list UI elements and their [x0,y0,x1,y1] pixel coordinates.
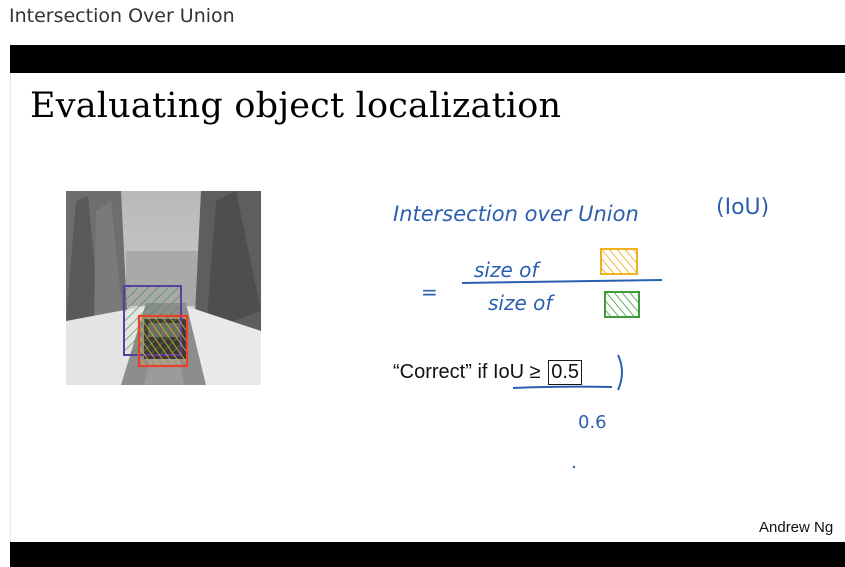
green-swatch-icon [604,291,640,318]
video-title: Intersection Over Union [9,5,235,27]
slide-border [10,73,11,542]
author-name: Andrew Ng [759,519,834,536]
alt-threshold-text: 0.6 [578,412,607,433]
fraction-line [461,279,663,284]
ink-dot [572,465,576,469]
definition-text: Intersection over Union [393,202,639,226]
criterion-label: “Correct” if IoU ≥ [393,361,541,383]
threshold-bracket [617,354,623,391]
threshold-underline [512,385,613,389]
yellow-swatch-icon [600,248,638,275]
iou-abbrev: (IoU) [716,195,769,220]
slide-title: Evaluating object localization [30,86,562,126]
iou-criterion: “Correct” if IoU ≥ 0.5 [393,360,583,385]
equals-sign: = [421,280,438,304]
numerator-text: size of [474,258,541,282]
slide-top-bar [10,45,845,73]
denominator-text: size of [488,291,555,315]
criterion-value: 0.5 [548,360,583,385]
slide-bottom-bar [10,542,845,567]
road-photo [66,191,261,385]
